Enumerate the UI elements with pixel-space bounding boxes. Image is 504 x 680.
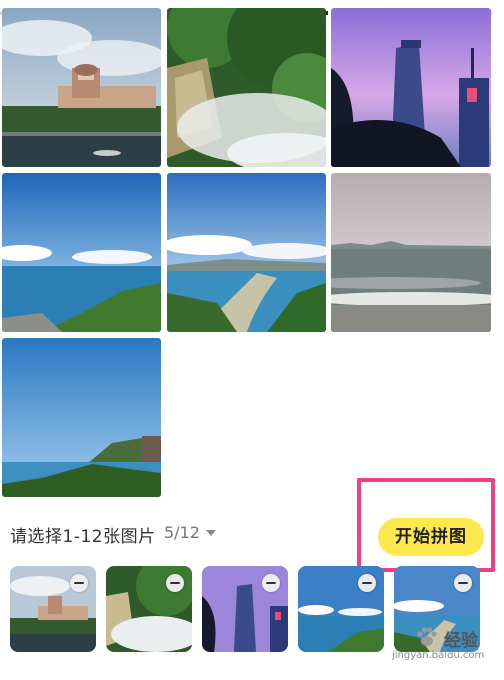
highlight-box (357, 478, 495, 572)
selected-thumb-tower[interactable] (202, 566, 288, 652)
photo-tile-sea-cliff[interactable] (2, 338, 161, 497)
selected-thumb-sea-bay[interactable] (298, 566, 384, 652)
selection-prompt: 请选择1-12张图片 (10, 527, 156, 547)
watermark-brand: 经验 (444, 631, 478, 651)
photo-picker-screen: 请选择1-12张图片 5/12 开始拼图 经验 jingyan.baidu.co… (0, 0, 504, 680)
selected-thumb-waterfall[interactable] (106, 566, 192, 652)
selection-count[interactable]: 5/12 (164, 523, 200, 542)
minus-circle-icon[interactable] (262, 574, 280, 592)
photo-tile-waterfall[interactable] (167, 8, 326, 167)
minus-circle-icon[interactable] (358, 574, 376, 592)
photo-tile-sea-bay[interactable] (2, 173, 161, 332)
selected-thumb-hotel[interactable] (10, 566, 96, 652)
photo-tile-hotel[interactable] (2, 8, 161, 167)
minus-circle-icon[interactable] (454, 574, 472, 592)
chevron-down-icon[interactable] (206, 530, 216, 536)
watermark: 经验 jingyan.baidu.com (390, 622, 500, 666)
top-strip (0, 0, 504, 15)
photo-tile-tower[interactable] (331, 8, 491, 167)
paw-logo-icon (417, 627, 437, 646)
photo-tile-coast-city[interactable] (167, 173, 326, 332)
minus-circle-icon[interactable] (166, 574, 184, 592)
minus-circle-icon[interactable] (70, 574, 88, 592)
photo-tile-grey-beach[interactable] (331, 173, 491, 332)
watermark-url: jingyan.baidu.com (392, 650, 485, 661)
